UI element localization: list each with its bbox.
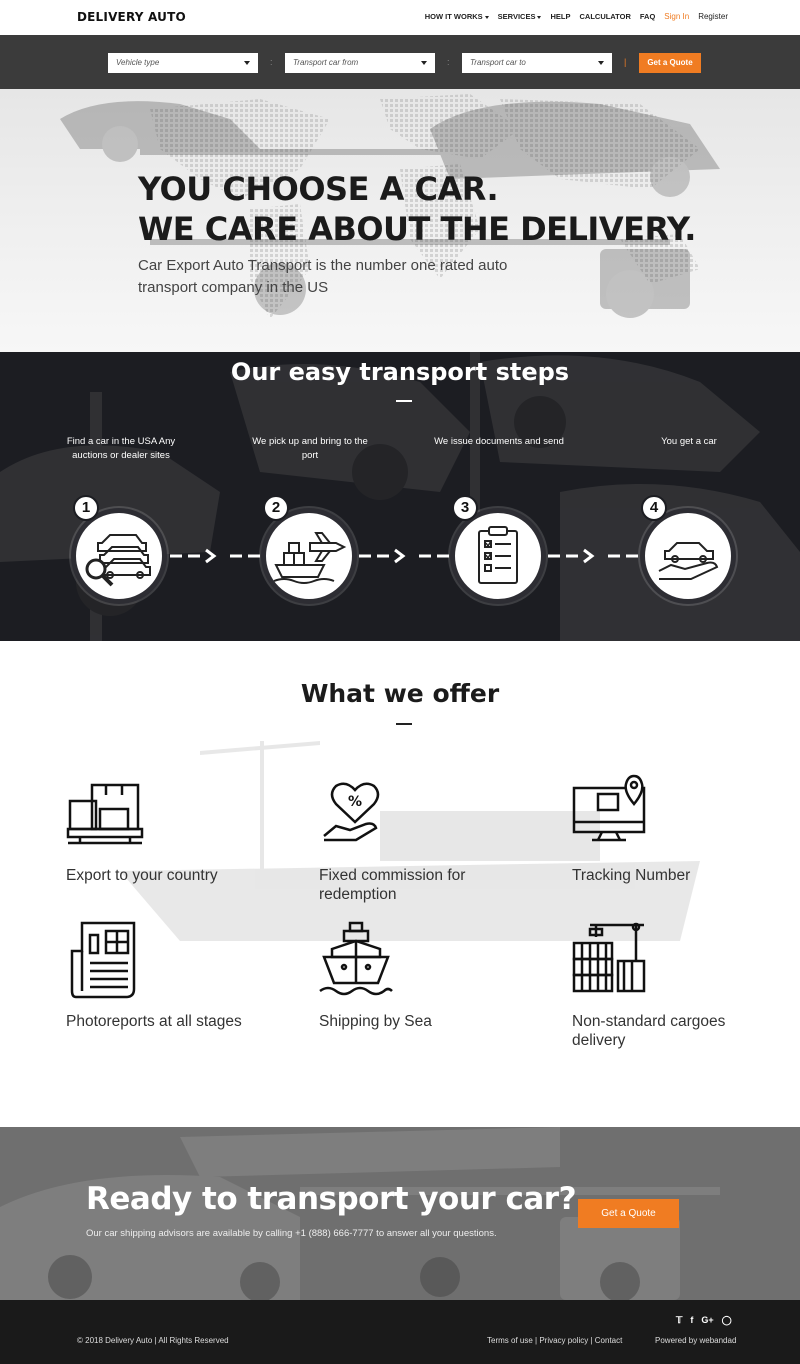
transport-to-placeholder: Transport car to [470,58,526,67]
car-search-icon [85,534,151,587]
instagram-icon[interactable]: ◯ [722,1315,732,1326]
step-2-circle [261,508,357,604]
footer-links: Terms of use | Privacy policy | Contact [487,1336,622,1345]
facebook-icon[interactable]: f [690,1315,693,1326]
offer-item-label: Shipping by Sea [319,1013,432,1030]
step-3-circle [450,508,546,604]
step-3-label: We issue documents and send [434,436,564,447]
twitter-icon[interactable]: 𝕋 [676,1315,682,1326]
offer-item-label: Tracking Number [572,867,691,884]
hero-section: YOU CHOOSE A CAR. WE CARE ABOUT THE DELI… [0,89,800,352]
steps-title: Our easy transport steps [230,358,570,386]
chevron-down-icon [244,61,250,65]
get-quote-button[interactable]: Get a Quote [639,53,701,73]
copyright: © 2018 Delivery Auto | All Rights Reserv… [77,1336,229,1345]
transport-from-placeholder: Transport car from [293,58,359,67]
terms-link[interactable]: Terms of use [487,1336,533,1345]
separator-accent: | [624,57,627,67]
hero-title: YOU CHOOSE A CAR. WE CARE ABOUT THE DELI… [138,169,696,249]
boxes-pallet-icon [66,783,144,845]
contact-link[interactable]: Contact [595,1336,623,1345]
menu-how-it-works[interactable]: HOW IT WORKS [425,12,489,21]
transport-to-select[interactable]: Transport car to [462,53,612,73]
chevron-down-icon [598,61,604,65]
site-logo[interactable]: DELIVERY AUTO [77,10,186,24]
cta-section: Ready to transport your car? Our car shi… [0,1127,800,1300]
step-2-label: We pick up and bring to the port [252,436,368,461]
vehicle-type-select[interactable]: Vehicle type [108,53,258,73]
step-1-label: Find a car in the USA Any auctions or de… [66,436,176,461]
menu-services[interactable]: SERVICES [498,12,542,21]
chevron-down-icon [537,15,542,19]
step-4-number: 4 [641,495,667,521]
offer-item-label: Fixed commission for redemption [319,867,466,903]
get-quote-button[interactable]: Get a Quote [578,1199,679,1228]
heart-percent-hand-icon: % [323,782,380,842]
cta-title: Ready to transport your car? [86,1181,577,1217]
svg-text:%: % [348,794,362,810]
vehicle-type-placeholder: Vehicle type [116,58,160,67]
cta-text: Our car shipping advisors are available … [86,1228,497,1239]
menu-help[interactable]: HELP [550,12,570,21]
social-links: 𝕋 f G+ ◯ [676,1315,732,1326]
hero-title-line-1: YOU CHOOSE A CAR. [138,170,499,208]
google-plus-icon[interactable]: G+ [701,1315,713,1326]
step-3-number: 3 [452,495,478,521]
title-divider [396,723,412,725]
transport-from-select[interactable]: Transport car from [285,53,435,73]
title-divider [396,400,412,402]
dashed-arrow-icon [170,548,260,564]
dashed-arrow-icon [359,548,449,564]
menu-services-label: SERVICES [497,12,536,21]
step-4-label: You get a car [661,436,717,447]
transport-steps-section: Our easy transport steps Find a car in t… [0,352,800,641]
offer-item-label: Photoreports at all stages [66,1013,242,1030]
quote-search-bar: Vehicle type : Transport car from : Tran… [0,35,800,89]
offer-item-label: Non-standard cargoes delivery [572,1013,726,1049]
chevron-down-icon [421,61,427,65]
step-2-number: 2 [263,495,289,521]
newspaper-icon [70,921,136,999]
separator: : [270,57,273,67]
chevron-down-icon [484,15,489,19]
offer-title: What we offer [300,679,500,708]
offer-item-label: Export to your country [66,867,218,884]
menu-faq[interactable]: FAQ [640,12,655,21]
what-we-offer-section: What we offer Export to your country % F… [0,641,800,1127]
ship-plane-icon [273,532,347,584]
step-4-circle [640,508,736,604]
clipboard-checklist-icon [478,526,518,584]
separator: : [447,57,450,67]
main-menu: HOW IT WORKS SERVICES HELP CALCULATOR FA… [425,12,728,21]
car-in-hand-icon [658,542,719,580]
hero-subtitle: Car Export Auto Transport is the number … [138,257,508,296]
privacy-link[interactable]: Privacy policy [539,1336,588,1345]
step-1-circle [71,508,167,604]
step-1-number: 1 [73,495,99,521]
ship-icon [319,921,393,996]
monitor-location-icon [572,774,646,842]
powered-by[interactable]: Powered by webandad [655,1336,736,1345]
crane-containers-icon [572,922,646,993]
menu-how-it-works-label: HOW IT WORKS [424,12,483,21]
hero-title-line-2: WE CARE ABOUT THE DELIVERY. [138,210,696,248]
dashed-arrow-icon [548,548,638,564]
footer: 𝕋 f G+ ◯ © 2018 Delivery Auto | All Righ… [0,1300,800,1364]
sign-in-link[interactable]: Sign In [664,12,689,21]
register-link[interactable]: Register [698,12,728,21]
top-navbar: DELIVERY AUTO HOW IT WORKS SERVICES HELP… [0,0,800,35]
menu-calculator[interactable]: CALCULATOR [579,12,630,21]
